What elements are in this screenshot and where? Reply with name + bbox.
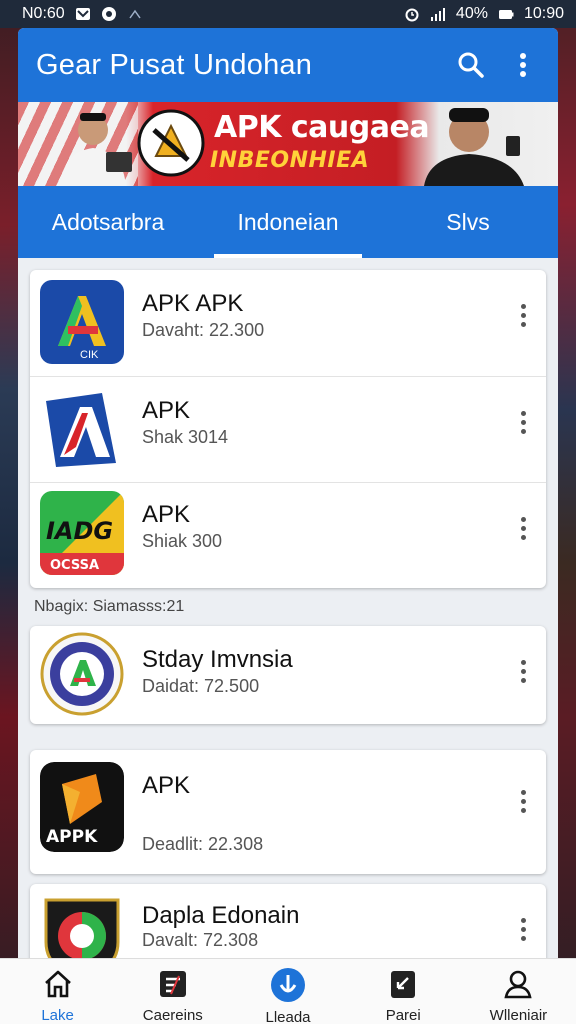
app-name: Dapla Edonain xyxy=(142,902,300,929)
list-item[interactable]: CIK APK APK Davaht: 22.300 xyxy=(30,270,546,376)
section-label: Nbagix: Siamasss:21 xyxy=(34,598,185,615)
list-item[interactable]: IADG OCSSA APK Shiak 300 xyxy=(30,482,546,588)
list-item[interactable]: APK Shak 3014 xyxy=(30,376,546,482)
signal-small-icon xyxy=(129,9,141,19)
tab-bar: Adotsarbra Indoneian Slvs xyxy=(18,186,558,258)
app-a-blue-icon: CIK xyxy=(40,280,124,364)
banner-subtitle: INBEONHIEA xyxy=(210,148,370,173)
download-icon xyxy=(270,967,306,1003)
list-item[interactable]: Stday Imvnsia Daidat: 72.500 xyxy=(30,626,546,724)
app-meta: Davalt: 72.308 xyxy=(142,930,259,950)
more-vert-icon[interactable] xyxy=(504,46,542,84)
app-name: APK xyxy=(142,501,191,528)
app-meta: Deadlit: 22.308 xyxy=(142,834,264,854)
more-vert-icon[interactable] xyxy=(512,300,534,330)
svg-text:CIK: CIK xyxy=(80,349,99,361)
app-bar: Gear Pusat Undohan xyxy=(18,28,558,102)
list-item[interactable]: APPK APK Deadlit: 22.308 xyxy=(30,750,546,874)
app-title: Gear Pusat Undohan xyxy=(36,48,313,81)
promo-banner[interactable]: APK caugaea INBEONHIEA xyxy=(18,102,558,186)
categories-icon xyxy=(155,967,191,1001)
app-a-red-icon xyxy=(40,387,124,471)
nav-label: Caereins xyxy=(142,1007,203,1024)
app-window: Gear Pusat Undohan APK caugaea INBEONHIE… xyxy=(18,28,558,958)
app-badge-icon xyxy=(40,892,124,958)
nav-item-lake[interactable]: Lake xyxy=(0,959,115,1024)
tab-indoneian[interactable]: Indoneian xyxy=(198,186,378,258)
nav-label: Lake xyxy=(41,1007,74,1024)
list-item[interactable]: Dapla Edonain Davalt: 72.308 xyxy=(30,884,546,958)
app-meta: Shiak 300 xyxy=(142,531,223,551)
banner-person-image xyxy=(424,108,524,186)
app-card: APPK APK Deadlit: 22.308 xyxy=(30,750,546,874)
app-name: APK xyxy=(142,772,191,799)
status-bar: N0:60 40% 10:90 xyxy=(0,0,576,28)
app-name: Stday Imvnsia xyxy=(142,646,293,673)
status-right: 40% 10:90 xyxy=(404,5,564,23)
alarm-icon xyxy=(405,8,419,22)
search-icon[interactable] xyxy=(452,46,490,84)
status-time-left: N0:60 xyxy=(22,5,65,22)
app-name: APK xyxy=(142,397,191,424)
banner-title: APK caugaea xyxy=(214,110,430,145)
profile-icon xyxy=(500,967,536,1001)
bottom-navigation: Lake Caereins Lleada Parei Wlleniair xyxy=(0,958,576,1024)
nav-item-wlleniair[interactable]: Wlleniair xyxy=(461,959,576,1024)
nav-label: Wlleniair xyxy=(489,1007,548,1024)
battery-icon xyxy=(498,10,514,19)
mail-notification-icon xyxy=(75,8,90,20)
app-meta: Davaht: 22.300 xyxy=(142,320,265,340)
nav-label: Parei xyxy=(385,1007,421,1024)
tab-adotsarbra[interactable]: Adotsarbra xyxy=(18,186,198,258)
banner-presenter-image xyxy=(60,113,132,186)
app-adg-green-icon: IADG OCSSA xyxy=(40,491,124,575)
more-vert-icon[interactable] xyxy=(512,786,534,816)
app-seal-icon xyxy=(40,632,124,716)
app-meta: Daidat: 72.500 xyxy=(142,676,260,696)
banner-logo-icon xyxy=(137,109,205,177)
tab-slvs[interactable]: Slvs xyxy=(378,186,558,258)
camera-notification-icon xyxy=(101,7,116,21)
app-icon-text: APPK xyxy=(46,827,98,847)
more-vert-icon[interactable] xyxy=(512,914,534,944)
nav-label: Lleada xyxy=(265,1009,311,1024)
svg-text:IADG: IADG xyxy=(46,517,113,545)
svg-text:OCSSA: OCSSA xyxy=(50,558,99,573)
app-group-card: CIK APK APK Davaht: 22.300 APK Shak 3014… xyxy=(30,270,546,588)
app-meta: Shak 3014 xyxy=(142,427,229,447)
app-card: Dapla Edonain Davalt: 72.308 xyxy=(30,884,546,958)
status-left: N0:60 xyxy=(22,5,143,23)
cell-signal-icon xyxy=(430,8,445,21)
nav-item-parei[interactable]: Parei xyxy=(346,959,461,1024)
more-vert-icon[interactable] xyxy=(512,407,534,437)
app-list: CIK APK APK Davaht: 22.300 APK Shak 3014… xyxy=(18,258,558,958)
more-vert-icon[interactable] xyxy=(512,656,534,686)
app-card: Stday Imvnsia Daidat: 72.500 xyxy=(30,626,546,724)
app-apk-black-icon: APPK xyxy=(40,762,124,852)
nav-item-caereins[interactable]: Caereins xyxy=(115,959,230,1024)
more-vert-icon[interactable] xyxy=(512,513,534,543)
app-name: APK APK xyxy=(142,290,244,317)
nav-item-lleada[interactable]: Lleada xyxy=(230,959,345,1024)
battery-percent: 40% xyxy=(455,5,488,22)
home-icon xyxy=(40,967,76,1001)
update-icon xyxy=(385,967,421,1001)
status-clock: 10:90 xyxy=(523,5,564,22)
